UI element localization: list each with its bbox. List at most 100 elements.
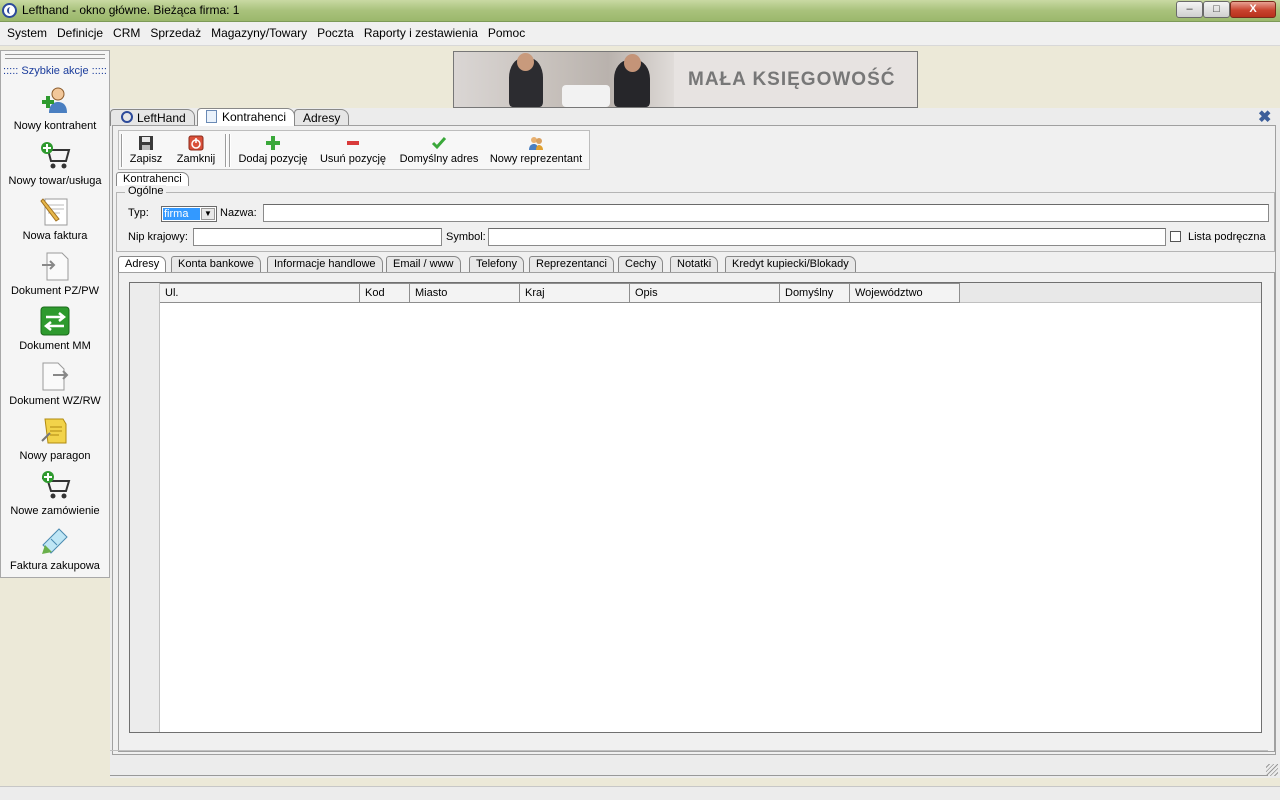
add-item-button[interactable]: Dodaj pozycję <box>235 131 311 169</box>
minimize-button[interactable]: – <box>1176 1 1203 18</box>
subtabs: Adresy Konta bankowe Informacje handlowe… <box>116 256 1275 272</box>
quick-action-receipt[interactable]: Nowy paragon <box>1 415 109 470</box>
subtab-telefony[interactable]: Telefony <box>469 256 524 272</box>
subtab-reprezentanci[interactable]: Reprezentanci <box>529 256 614 272</box>
quick-action-new-product[interactable]: Nowy towar/usługa <box>1 140 109 195</box>
subtab-adresy[interactable]: Adresy <box>118 256 167 272</box>
lista-podreczna-label: Lista podręczna <box>1188 231 1266 243</box>
receipt-icon <box>41 418 67 444</box>
dropdown-arrow-icon[interactable]: ▼ <box>201 208 215 220</box>
purchase-invoice-icon <box>42 528 68 554</box>
typ-select[interactable]: firma ▼ <box>161 206 217 222</box>
banner: MAŁA KSIĘGOWOŚĆ <box>453 51 918 108</box>
bottom-strip <box>0 786 1280 800</box>
menu-sprzedaz[interactable]: Sprzedaż <box>145 22 206 45</box>
sidebar-grip[interactable] <box>5 54 105 59</box>
subtab-konta-bankowe[interactable]: Konta bankowe <box>171 256 261 272</box>
menu-definicje[interactable]: Definicje <box>52 22 108 45</box>
quick-action-pz-pw[interactable]: Dokument PZ/PW <box>1 250 109 305</box>
cart-add-icon <box>41 142 71 169</box>
quick-action-label: Dokument WZ/RW <box>9 395 101 407</box>
close-panel-icon[interactable]: ✖ <box>1258 110 1274 126</box>
column-header-kod[interactable]: Kod <box>360 283 410 303</box>
addresses-grid[interactable]: Ul. Kod Miasto Kraj Opis Domyślny Wojewó… <box>129 282 1262 733</box>
nazwa-field[interactable] <box>263 204 1269 222</box>
new-representative-label: Nowy reprezentant <box>489 153 583 165</box>
quick-action-label: Dokument PZ/PW <box>10 285 100 297</box>
grid-row-header <box>130 283 160 732</box>
tab-label: LeftHand <box>137 111 186 125</box>
maximize-button[interactable]: □ <box>1203 1 1230 18</box>
document-icon <box>206 110 217 123</box>
document-out-icon <box>42 362 69 391</box>
general-group-title: Ogólne <box>125 185 167 197</box>
title-bar: Lefthand - okno główne. Bieżąca firma: 1… <box>0 0 1280 22</box>
column-header-miasto[interactable]: Miasto <box>410 283 520 303</box>
nip-label: Nip krajowy: <box>128 231 188 243</box>
column-header-opis[interactable]: Opis <box>630 283 780 303</box>
quick-action-wz-rw[interactable]: Dokument WZ/RW <box>1 360 109 415</box>
toolbar-separator <box>229 134 231 167</box>
save-label: Zapisz <box>129 153 163 165</box>
checkmark-icon <box>431 137 447 150</box>
main-panel: LeftHand Kontrahenci Adresy ✖ Zapisz Zam… <box>110 108 1280 778</box>
quick-action-new-order[interactable]: Nowe zamówienie <box>1 470 109 525</box>
resize-grip[interactable] <box>1266 764 1278 776</box>
quick-action-label: Dokument MM <box>19 340 91 352</box>
lefthand-logo-icon <box>121 111 133 123</box>
column-header-ul[interactable]: Ul. <box>160 283 360 303</box>
close-button[interactable]: Zamknij <box>173 131 219 169</box>
menu-system[interactable]: System <box>0 22 52 45</box>
quick-action-mm[interactable]: Dokument MM <box>1 305 109 360</box>
menu-poczta[interactable]: Poczta <box>312 22 359 45</box>
minus-icon <box>347 141 359 145</box>
quick-action-new-invoice[interactable]: Nowa faktura <box>1 195 109 250</box>
column-header-kraj[interactable]: Kraj <box>520 283 630 303</box>
user-add-icon <box>42 87 67 113</box>
document-in-icon <box>42 252 69 281</box>
power-off-icon <box>188 135 204 151</box>
quick-action-label: Nowy kontrahent <box>13 120 97 132</box>
nip-field[interactable] <box>193 228 442 246</box>
general-group: Ogólne Typ: firma ▼ Nazwa: Nip krajowy: … <box>116 185 1275 252</box>
tab-kontrahenci-form[interactable]: Kontrahenci <box>116 172 189 186</box>
remove-item-label: Usuń pozycję <box>319 153 387 165</box>
toolbar-separator <box>225 134 227 167</box>
tab-lefthand[interactable]: LeftHand <box>110 109 195 126</box>
menu-crm[interactable]: CRM <box>108 22 145 45</box>
symbol-field[interactable] <box>488 228 1166 246</box>
close-label: Zamknij <box>176 153 216 165</box>
remove-item-button[interactable]: Usuń pozycję <box>317 131 389 169</box>
quick-action-new-contractor[interactable]: Nowy kontrahent <box>1 85 109 140</box>
subtab-cechy[interactable]: Cechy <box>618 256 664 272</box>
nazwa-label: Nazwa: <box>220 207 257 219</box>
subtab-notatki[interactable]: Notatki <box>670 256 719 272</box>
typ-value: firma <box>163 208 200 220</box>
lista-podreczna-checkbox[interactable] <box>1170 231 1181 242</box>
subtab-kredyt-kupiecki[interactable]: Kredyt kupiecki/Blokady <box>725 256 856 272</box>
new-representative-button[interactable]: Nowy reprezentant <box>487 131 585 169</box>
menu-magazyny[interactable]: Magazyny/Towary <box>206 22 312 45</box>
toolbar-separator <box>121 134 123 167</box>
default-address-button[interactable]: Domyślny adres <box>397 131 481 169</box>
column-header-wojewodztwo[interactable]: Województwo <box>850 283 960 303</box>
window-title: Lefthand - okno główne. Bieżąca firma: 1 <box>22 3 240 17</box>
tab-kontrahenci[interactable]: Kontrahenci <box>197 108 296 126</box>
subtab-email-www[interactable]: Email / www <box>386 256 461 272</box>
quick-actions-title: ::::: Szybkie akcje ::::: <box>3 65 107 77</box>
close-window-button[interactable]: X <box>1230 1 1276 18</box>
add-item-label: Dodaj pozycję <box>238 153 308 165</box>
users-icon <box>529 137 543 150</box>
column-header-domyslny[interactable]: Domyślny <box>780 283 850 303</box>
quick-action-purchase-invoice[interactable]: Faktura zakupowa <box>1 525 109 580</box>
floppy-disk-icon <box>139 136 153 150</box>
tab-adresy[interactable]: Adresy <box>294 109 350 126</box>
save-button[interactable]: Zapisz <box>127 131 165 169</box>
menu-raporty[interactable]: Raporty i zestawienia <box>359 22 483 45</box>
quick-action-label: Nowy paragon <box>19 450 91 462</box>
addresses-grid-frame: Ul. Kod Miasto Kraj Opis Domyślny Wojewó… <box>118 272 1275 752</box>
transfer-arrows-icon <box>40 306 70 336</box>
menu-pomoc[interactable]: Pomoc <box>483 22 530 45</box>
subtab-informacje-handlowe[interactable]: Informacje handlowe <box>267 256 383 272</box>
quick-action-label: Nowy towar/usługa <box>8 175 102 187</box>
